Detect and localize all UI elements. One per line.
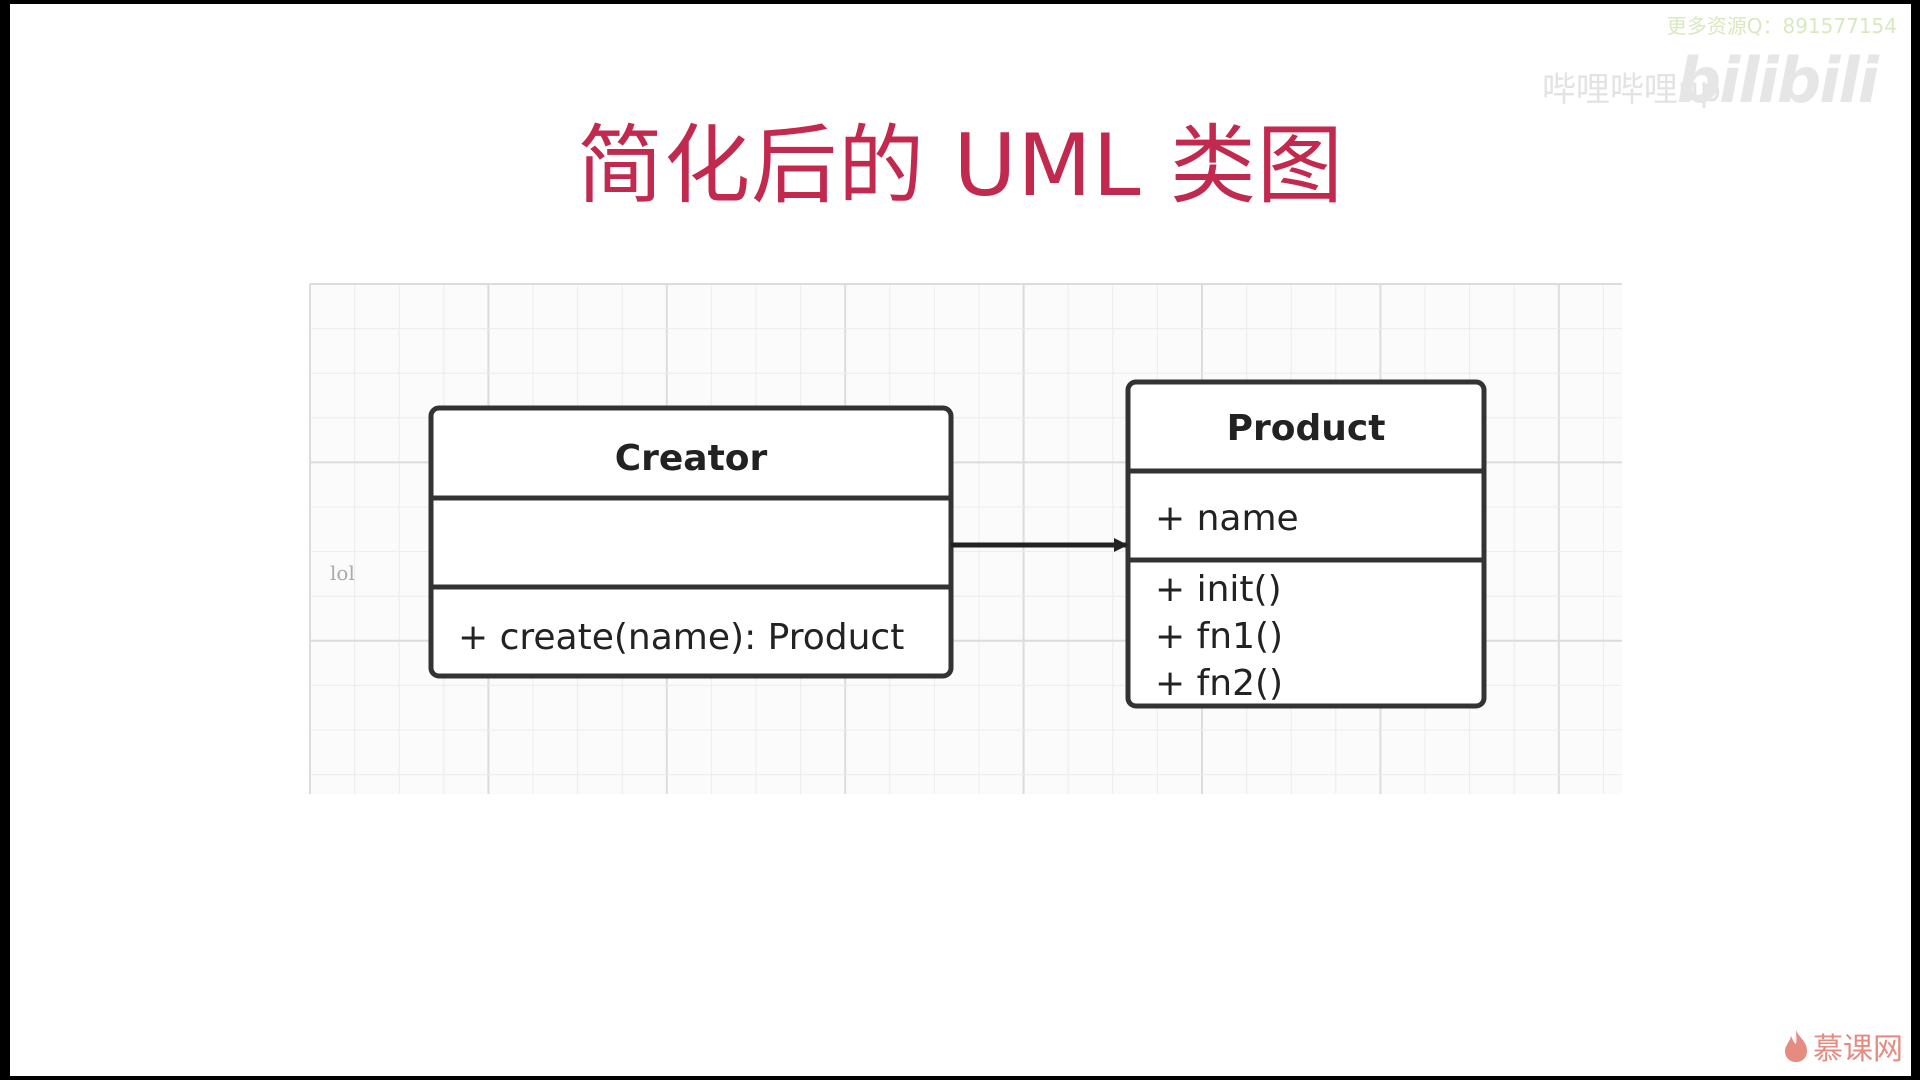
class-creator: Creator + create(name): Product xyxy=(428,405,954,679)
method-fn2: + fn2() xyxy=(1155,663,1283,704)
imooc-logo: 慕课网 xyxy=(1783,1024,1903,1068)
uml-class-diagram: lol Creator + create(name): Product Prod… xyxy=(309,283,1622,794)
method-fn1: + fn1() xyxy=(1155,616,1283,657)
method-init: + init() xyxy=(1155,569,1282,610)
slide: 更多资源Q：891577154 哔哩哔哩up bilibili 简化后的 UML… xyxy=(10,4,1911,1076)
class-product: Product + name + init() + fn1() + fn2() xyxy=(1125,379,1487,709)
video-frame: 更多资源Q：891577154 哔哩哔哩up bilibili 简化后的 UML… xyxy=(0,0,1920,1080)
class-name-product: Product xyxy=(1227,408,1386,449)
method-create: + create(name): Product xyxy=(458,617,904,658)
grid-note-text: lol xyxy=(330,561,355,585)
imooc-logo-text: 慕课网 xyxy=(1813,1032,1903,1067)
flame-icon xyxy=(1785,1030,1807,1062)
class-name-creator: Creator xyxy=(615,438,768,479)
attribute-name: + name xyxy=(1155,498,1299,539)
